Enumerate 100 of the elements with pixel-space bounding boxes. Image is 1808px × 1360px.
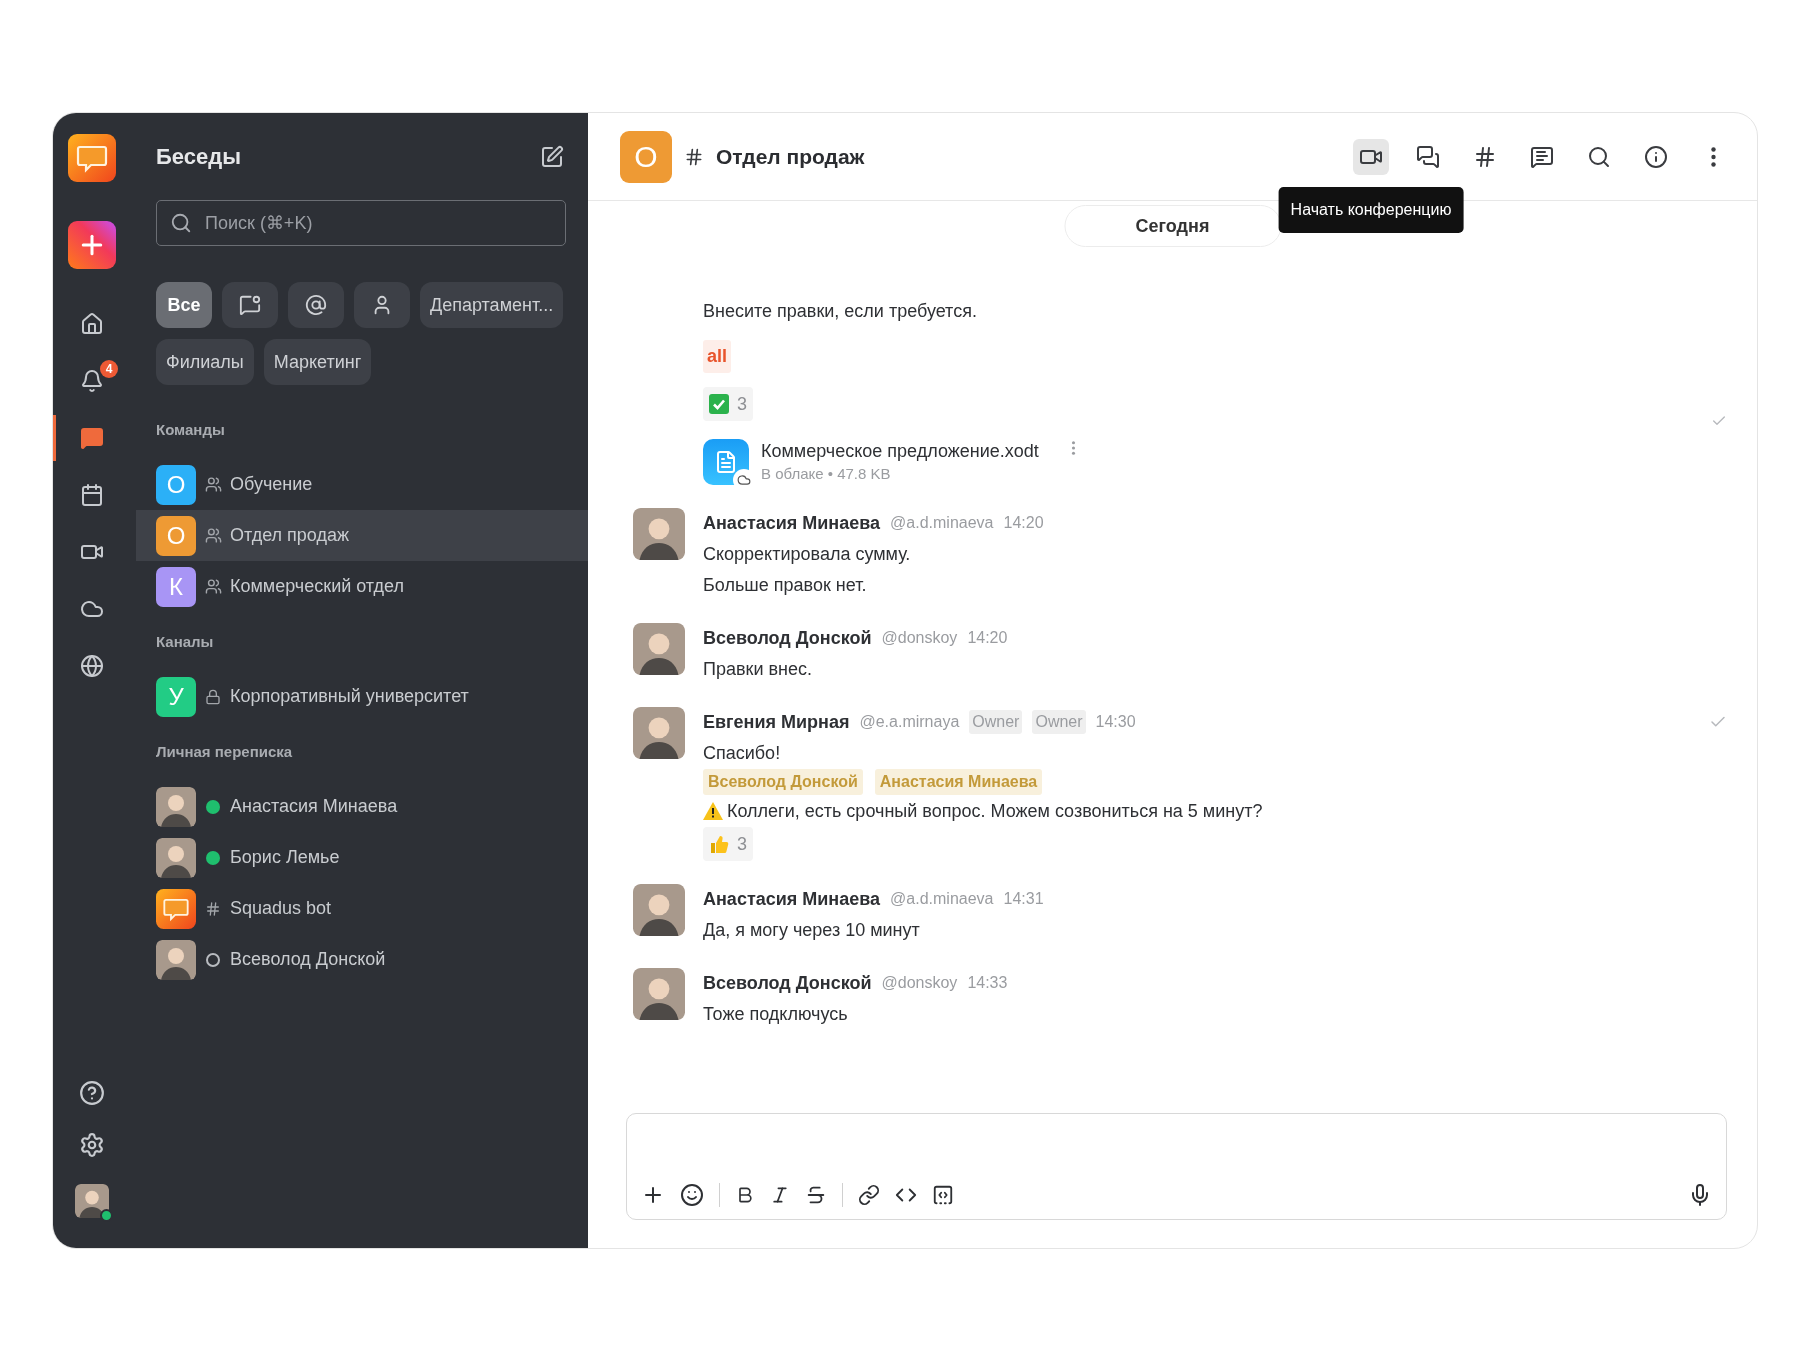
hash-icon	[684, 146, 704, 167]
conversation-item[interactable]: О Обучение	[136, 459, 588, 510]
message-text: Коллеги, есть срочный вопрос. Можем созвониться на 5 минут?	[727, 800, 1263, 823]
settings-icon[interactable]	[79, 1132, 105, 1158]
avatar	[633, 623, 685, 675]
user-handle: @a.d.minaeva	[890, 890, 994, 908]
user-handle: @donskoy	[881, 974, 958, 992]
filter-chip[interactable]: Филиалы	[156, 339, 254, 385]
section-heading: Личная переписка	[156, 742, 294, 762]
notification-badge: 4	[100, 360, 118, 378]
avatar	[633, 508, 685, 560]
avatar	[156, 786, 196, 827]
author-name[interactable]: Евгения Мирная	[703, 711, 850, 733]
at-sign-icon	[305, 294, 327, 316]
conversation-item[interactable]: Squadus bot	[136, 883, 588, 934]
compose-icon[interactable]	[540, 145, 564, 169]
message-time: 14:20	[1003, 514, 1044, 532]
message-text: Внесите правки, если требуется.	[703, 300, 978, 323]
tooltip: Начать конференцию	[1278, 186, 1464, 233]
conversation-item[interactable]: К Коммерческий отдел	[136, 561, 588, 612]
chat-dot-icon	[239, 294, 261, 316]
filter-chip[interactable]	[222, 282, 278, 328]
avatar	[633, 968, 685, 1020]
avatar	[156, 837, 196, 878]
avatar: К	[156, 566, 196, 607]
group-icon	[204, 476, 222, 493]
avatar: О	[156, 464, 196, 505]
conversation-item[interactable]: Анастасия Минаева	[136, 781, 588, 832]
avatar: О	[156, 515, 196, 556]
user-handle: @donskoy	[881, 629, 958, 647]
filter-chip[interactable]: Все	[156, 282, 212, 328]
channel-avatar: О	[620, 130, 672, 183]
strikethrough-icon[interactable]	[805, 1184, 827, 1206]
conversation-item[interactable]: Всеволод Донской	[136, 934, 588, 985]
thumbs-up-icon	[709, 834, 729, 854]
avatar	[633, 707, 685, 759]
filter-chip[interactable]	[288, 282, 344, 328]
message-text: Спасибо!	[703, 742, 782, 765]
author-name[interactable]: Анастасия Минаева	[703, 888, 881, 910]
sidebar-title: Беседы	[156, 144, 241, 170]
chats-icon	[1416, 144, 1440, 169]
file-meta: В облаке • 47.8 KB	[761, 464, 892, 484]
bell-icon	[80, 369, 104, 393]
section-heading: Каналы	[156, 632, 215, 652]
more-icon	[1070, 441, 1076, 455]
chat-bubble-logo-icon	[156, 888, 196, 929]
date-divider: Сегодня	[1064, 205, 1281, 247]
toolbar-button[interactable]	[1353, 138, 1389, 175]
more-icon	[1710, 146, 1716, 167]
calendar-icon	[80, 483, 104, 507]
message-text: Скорректировала сумму.	[703, 543, 912, 566]
user-handle: @a.d.minaeva	[890, 514, 994, 532]
conversation-item[interactable]: У Корпоративный университет	[136, 671, 588, 722]
avatar: У	[156, 676, 196, 717]
more-button[interactable]	[1070, 441, 1076, 455]
role-badge: Owner	[1032, 710, 1086, 734]
message-icon	[1530, 144, 1554, 169]
conversation-item[interactable]: Борис Лемье	[136, 832, 588, 883]
italic-icon[interactable]	[770, 1185, 790, 1205]
author-name[interactable]: Всеволод Донской	[703, 972, 872, 994]
filter-chip[interactable]: Департамент...	[420, 282, 564, 328]
message-input[interactable]	[626, 1113, 1727, 1220]
message-text: Тоже подключусь	[703, 1003, 849, 1026]
help-icon[interactable]	[79, 1080, 105, 1106]
filter-chip[interactable]	[354, 282, 410, 328]
message-time: 14:20	[967, 629, 1008, 647]
search-icon	[1587, 144, 1611, 169]
hash-icon	[1473, 144, 1497, 169]
search-field[interactable]: Поиск (⌘+K)	[156, 200, 566, 246]
conversation-item[interactable]: О Отдел продаж	[136, 510, 588, 561]
avatar	[156, 939, 196, 980]
section-heading: Команды	[156, 420, 226, 440]
info-icon	[1644, 144, 1668, 169]
message-time: 14:33	[967, 974, 1008, 992]
message-text: Да, я могу через 10 минут	[703, 919, 921, 942]
author-name[interactable]: Всеволод Донской	[703, 627, 872, 649]
code-block-icon[interactable]	[932, 1184, 954, 1206]
message-text: Правки внес.	[703, 658, 813, 681]
globe-icon	[80, 654, 104, 678]
check-mark-icon	[709, 394, 729, 414]
author-name[interactable]: Анастасия Минаева	[703, 512, 881, 534]
file-name[interactable]: Коммерческое предложение.xodt	[761, 439, 1039, 463]
message-text: Больше правок нет.	[703, 574, 868, 597]
avatar	[633, 884, 685, 936]
hash-icon	[205, 900, 221, 917]
role-badge: Owner	[969, 710, 1023, 734]
filter-chip[interactable]: Маркетинг	[263, 339, 372, 385]
link-icon[interactable]	[858, 1184, 880, 1206]
new-button[interactable]	[68, 221, 116, 269]
channel-title: Отдел продаж	[716, 144, 866, 169]
emoji-icon[interactable]	[680, 1183, 704, 1207]
message-time: 14:31	[1003, 890, 1044, 908]
group-icon	[204, 578, 222, 595]
chat-icon	[80, 426, 104, 450]
group-icon	[204, 527, 222, 544]
message-time: 14:30	[1095, 713, 1136, 731]
warning-icon	[703, 802, 723, 820]
user-handle: @e.a.mirnaya	[859, 713, 960, 731]
home-icon	[80, 312, 104, 336]
lock-icon	[205, 688, 221, 705]
